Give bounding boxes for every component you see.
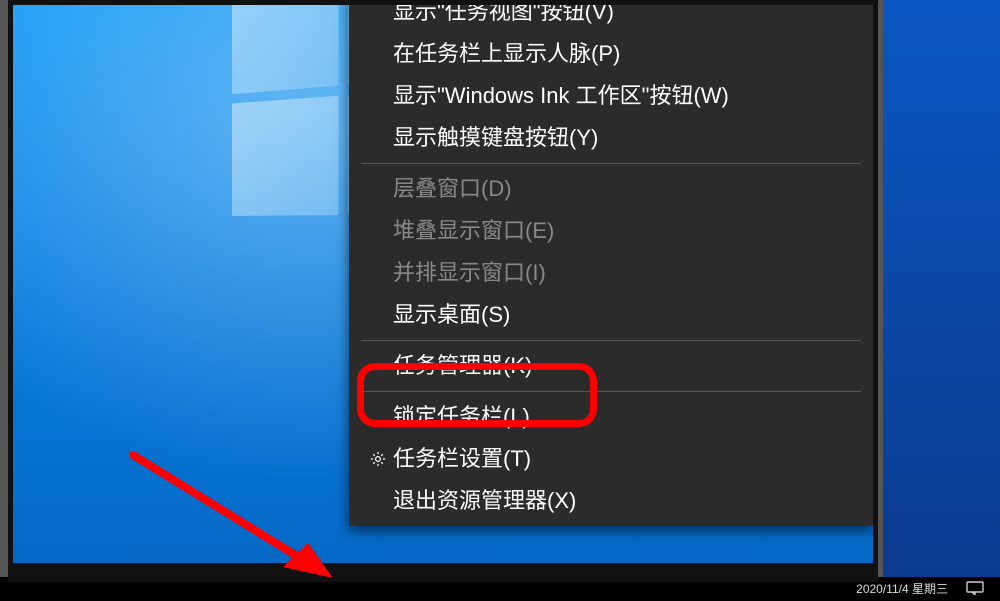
- screenshot-frame: 显示"任务视图"按钮(V) 在任务栏上显示人脉(P) 显示"Windows In…: [8, 0, 878, 582]
- menu-item-cascade-windows: 层叠窗口(D): [349, 168, 873, 210]
- menu-item-label: 显示"Windows Ink 工作区"按钮(W): [393, 75, 859, 117]
- menu-item-label: 堆叠显示窗口(E): [393, 210, 859, 252]
- empty-icon: [363, 0, 393, 33]
- empty-icon: [363, 294, 393, 336]
- empty-icon: [363, 480, 393, 522]
- menu-divider: [361, 391, 861, 392]
- empty-icon: [363, 396, 393, 438]
- empty-icon: [363, 75, 393, 117]
- gear-icon: [363, 438, 393, 480]
- menu-item-show-people[interactable]: 在任务栏上显示人脉(P): [349, 33, 873, 75]
- empty-icon: [363, 117, 393, 159]
- menu-item-show-windows-ink[interactable]: 显示"Windows Ink 工作区"按钮(W): [349, 75, 873, 117]
- menu-item-show-touch-keyboard[interactable]: 显示触摸键盘按钮(Y): [349, 117, 873, 159]
- empty-icon: [363, 252, 393, 294]
- clock-text: 2020/11/4 星期三: [856, 580, 948, 597]
- menu-item-lock-taskbar[interactable]: 锁定任务栏(L): [349, 396, 873, 438]
- taskbar[interactable]: [13, 563, 873, 577]
- empty-icon: [363, 345, 393, 387]
- taskbar-context-menu: 显示"任务视图"按钮(V) 在任务栏上显示人脉(P) 显示"Windows In…: [349, 0, 873, 526]
- menu-item-show-taskview[interactable]: 显示"任务视图"按钮(V): [349, 0, 873, 33]
- menu-item-taskbar-settings[interactable]: 任务栏设置(T): [349, 438, 873, 480]
- menu-item-label: 显示触摸键盘按钮(Y): [393, 117, 859, 159]
- menu-item-label: 锁定任务栏(L): [393, 396, 859, 438]
- menu-item-show-desktop[interactable]: 显示桌面(S): [349, 294, 873, 336]
- menu-item-label: 并排显示窗口(I): [393, 252, 859, 294]
- menu-item-task-manager[interactable]: 任务管理器(K): [349, 345, 873, 387]
- right-background-strip: [883, 0, 1000, 577]
- empty-icon: [363, 33, 393, 75]
- menu-item-exit-explorer[interactable]: 退出资源管理器(X): [349, 480, 873, 522]
- menu-item-label: 退出资源管理器(X): [393, 480, 859, 522]
- menu-divider: [361, 340, 861, 341]
- notification-icon[interactable]: [966, 581, 984, 595]
- menu-item-label: 显示"任务视图"按钮(V): [393, 0, 859, 33]
- menu-item-sidebyside-windows: 并排显示窗口(I): [349, 252, 873, 294]
- menu-item-label: 任务栏设置(T): [393, 438, 859, 480]
- menu-item-label: 层叠窗口(D): [393, 168, 859, 210]
- menu-divider: [361, 163, 861, 164]
- menu-item-label: 显示桌面(S): [393, 294, 859, 336]
- empty-icon: [363, 210, 393, 252]
- menu-item-label: 在任务栏上显示人脉(P): [393, 33, 859, 75]
- menu-item-stack-windows: 堆叠显示窗口(E): [349, 210, 873, 252]
- empty-icon: [363, 168, 393, 210]
- menu-item-label: 任务管理器(K): [393, 345, 859, 387]
